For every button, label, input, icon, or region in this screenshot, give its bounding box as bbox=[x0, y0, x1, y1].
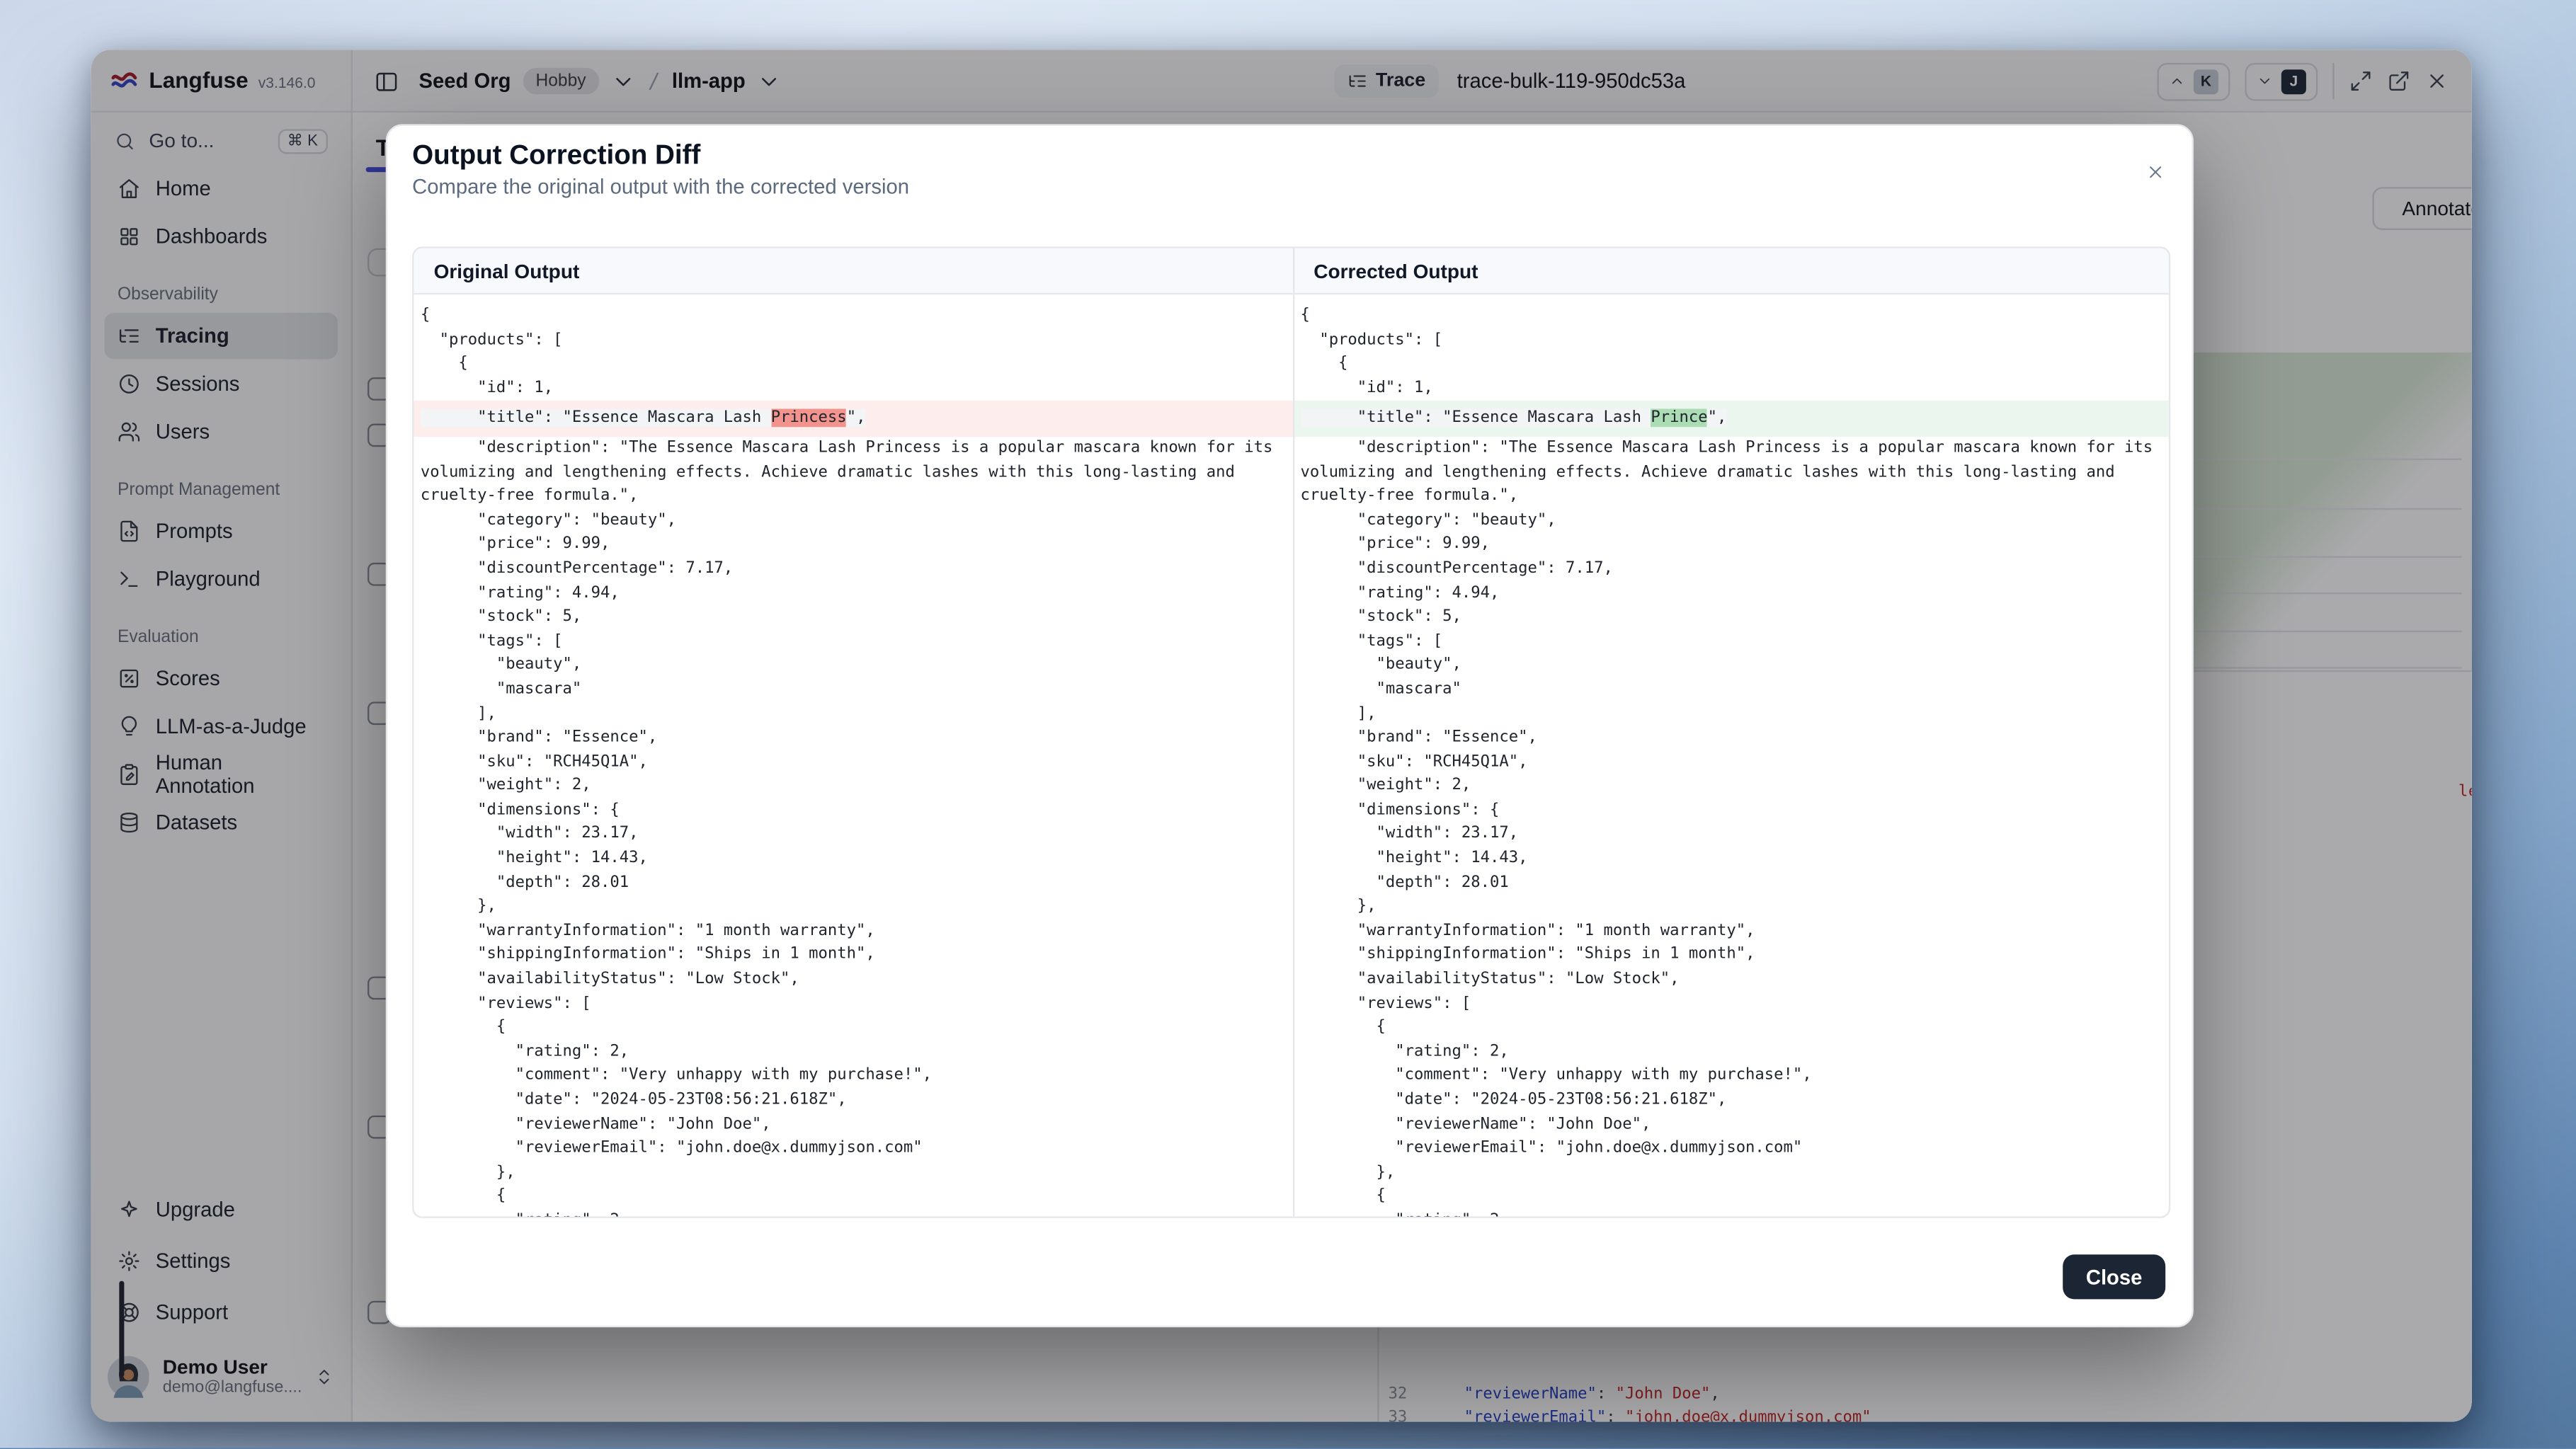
diff-unchanged-segment: "title": "Essence Mascara Lash bbox=[1301, 408, 1651, 427]
diff-line: "category": "beauty", bbox=[1294, 510, 2169, 534]
diff-line: "date": "2024-05-23T08:56:21.618Z", bbox=[1294, 1089, 2169, 1113]
diff-line: "products": [ bbox=[414, 328, 1292, 353]
diff-line: "height": 14.43, bbox=[414, 847, 1292, 871]
diff-line: { bbox=[414, 353, 1292, 377]
diff-line: "weight": 2, bbox=[1294, 775, 2169, 799]
corrected-output-column: { "products": [ { "id": 1, "title": "Ess… bbox=[1292, 294, 2169, 1218]
original-output-header: Original Output bbox=[414, 248, 1292, 293]
diff-line: "sku": "RCH45Q1A", bbox=[414, 751, 1292, 775]
diff-body[interactable]: { "products": [ { "id": 1, "title": "Ess… bbox=[414, 294, 2169, 1218]
diff-line: "description": "The Essence Mascara Lash… bbox=[414, 437, 1292, 509]
diff-unchanged-segment: ", bbox=[847, 408, 866, 427]
diff-line: { bbox=[414, 304, 1292, 328]
diff-line: "width": 23.17, bbox=[414, 823, 1292, 847]
diff-line: { bbox=[1294, 1186, 2169, 1210]
diff-line: }, bbox=[414, 895, 1292, 920]
diff-line: ], bbox=[1294, 703, 2169, 727]
diff-line: }, bbox=[414, 1162, 1292, 1186]
modal-close-icon[interactable] bbox=[2145, 162, 2165, 182]
diff-container: Original Output Corrected Output { "prod… bbox=[412, 246, 2170, 1218]
diff-unchanged-segment: ", bbox=[1708, 408, 1727, 427]
diff-line: { bbox=[1294, 304, 2169, 328]
diff-line: "warrantyInformation": "1 month warranty… bbox=[414, 920, 1292, 944]
diff-line: }, bbox=[1294, 895, 2169, 920]
diff-line: "rating": 4.94, bbox=[1294, 582, 2169, 606]
diff-line: ], bbox=[414, 703, 1292, 727]
diff-line: { bbox=[1294, 1016, 2169, 1041]
diff-line: "availabilityStatus": "Low Stock", bbox=[414, 968, 1292, 992]
diff-line: "depth": 28.01 bbox=[414, 871, 1292, 895]
diff-line: "price": 9.99, bbox=[414, 534, 1292, 558]
original-output-column: { "products": [ { "id": 1, "title": "Ess… bbox=[414, 294, 1292, 1218]
diff-word-original: Princess bbox=[771, 408, 847, 427]
diff-line: "weight": 2, bbox=[414, 775, 1292, 799]
diff-line: "price": 9.99, bbox=[1294, 534, 2169, 558]
diff-line: "availabilityStatus": "Low Stock", bbox=[1294, 968, 2169, 992]
diff-line: "reviewerEmail": "john.doe@x.dummyjson.c… bbox=[1294, 1138, 2169, 1162]
diff-changed-line-corrected: "title": "Essence Mascara Lash Prince", bbox=[1294, 401, 2169, 437]
diff-line: "id": 1, bbox=[414, 377, 1292, 401]
diff-line: "shippingInformation": "Ships in 1 month… bbox=[1294, 944, 2169, 968]
diff-line: { bbox=[414, 1016, 1292, 1041]
diff-word-corrected: Prince bbox=[1651, 408, 1707, 427]
diff-line: "comment": "Very unhappy with my purchas… bbox=[414, 1065, 1292, 1089]
modal-subtitle: Compare the original output with the cor… bbox=[412, 176, 909, 199]
diff-line: "stock": 5, bbox=[414, 606, 1292, 630]
diff-line: "brand": "Essence", bbox=[1294, 727, 2169, 751]
diff-line: "rating": 2, bbox=[1294, 1210, 2169, 1218]
modal-title: Output Correction Diff bbox=[412, 141, 700, 172]
diff-line: "reviews": [ bbox=[1294, 992, 2169, 1016]
close-button[interactable]: Close bbox=[2063, 1254, 2165, 1299]
diff-line: "brand": "Essence", bbox=[414, 727, 1292, 751]
diff-line: "rating": 2, bbox=[414, 1041, 1292, 1065]
diff-line: "depth": 28.01 bbox=[1294, 871, 2169, 895]
diff-line: "rating": 2, bbox=[414, 1210, 1292, 1218]
diff-line: { bbox=[414, 1186, 1292, 1210]
diff-line: "reviewerName": "John Doe", bbox=[1294, 1113, 2169, 1138]
diff-line: "width": 23.17, bbox=[1294, 823, 2169, 847]
diff-line: "dimensions": { bbox=[414, 799, 1292, 823]
diff-line: "dimensions": { bbox=[1294, 799, 2169, 823]
diff-line: "date": "2024-05-23T08:56:21.618Z", bbox=[414, 1089, 1292, 1113]
diff-line: "stock": 5, bbox=[1294, 606, 2169, 630]
diff-line: "products": [ bbox=[1294, 328, 2169, 353]
diff-line: "reviewerName": "John Doe", bbox=[414, 1113, 1292, 1138]
diff-line: "rating": 2, bbox=[1294, 1041, 2169, 1065]
diff-unchanged-segment: "title": "Essence Mascara Lash bbox=[421, 408, 771, 427]
diff-line: "mascara" bbox=[1294, 678, 2169, 702]
diff-line: "warrantyInformation": "1 month warranty… bbox=[1294, 920, 2169, 944]
diff-line: "tags": [ bbox=[414, 630, 1292, 654]
output-correction-diff-modal: Output Correction Diff Compare the origi… bbox=[386, 124, 2194, 1327]
diff-line: "mascara" bbox=[414, 678, 1292, 702]
diff-line: "rating": 4.94, bbox=[414, 582, 1292, 606]
diff-line: "shippingInformation": "Ships in 1 month… bbox=[414, 944, 1292, 968]
diff-line: "discountPercentage": 7.17, bbox=[414, 558, 1292, 582]
diff-line: { bbox=[1294, 353, 2169, 377]
diff-changed-line-original: "title": "Essence Mascara Lash Princess"… bbox=[414, 401, 1292, 437]
diff-line: }, bbox=[1294, 1162, 2169, 1186]
diff-header: Original Output Corrected Output bbox=[414, 248, 2169, 294]
diff-line: "reviewerEmail": "john.doe@x.dummyjson.c… bbox=[414, 1138, 1292, 1162]
diff-line: "description": "The Essence Mascara Lash… bbox=[1294, 437, 2169, 509]
diff-line: "discountPercentage": 7.17, bbox=[1294, 558, 2169, 582]
diff-line: "beauty", bbox=[1294, 654, 2169, 678]
diff-line: "beauty", bbox=[414, 654, 1292, 678]
diff-line: "id": 1, bbox=[1294, 377, 2169, 401]
diff-line: "height": 14.43, bbox=[1294, 847, 2169, 871]
screenshot-stage: Langfuse v3.146.0 Go to... ⌘ K HomeDashb… bbox=[0, 0, 2576, 1449]
diff-line: "tags": [ bbox=[1294, 630, 2169, 654]
diff-line: "category": "beauty", bbox=[414, 510, 1292, 534]
diff-line: "comment": "Very unhappy with my purchas… bbox=[1294, 1065, 2169, 1089]
diff-line: "reviews": [ bbox=[414, 992, 1292, 1016]
diff-line: "sku": "RCH45Q1A", bbox=[1294, 751, 2169, 775]
corrected-output-header: Corrected Output bbox=[1292, 248, 2169, 293]
